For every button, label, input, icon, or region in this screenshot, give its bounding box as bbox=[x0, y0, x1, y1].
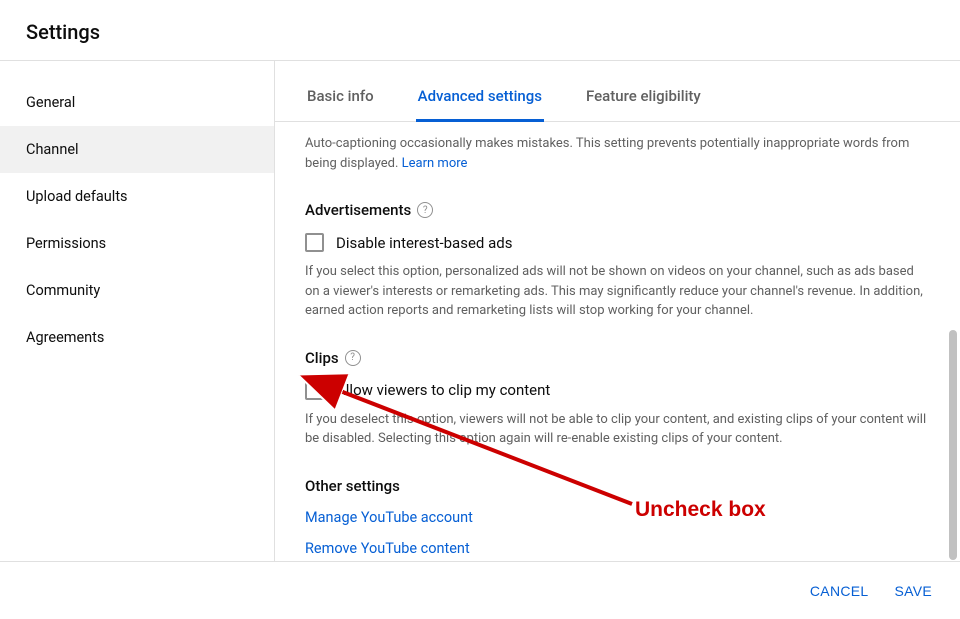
sidebar-item-label: General bbox=[26, 94, 75, 111]
tab-label: Advanced settings bbox=[418, 87, 542, 105]
sidebar-item-general[interactable]: General bbox=[0, 79, 274, 126]
allow-clips-checkbox[interactable] bbox=[305, 381, 324, 400]
save-button[interactable]: SAVE bbox=[894, 583, 932, 599]
other-settings-title: Other settings bbox=[305, 477, 400, 495]
advertisements-title: Advertisements bbox=[305, 201, 411, 219]
help-icon[interactable]: ? bbox=[417, 202, 433, 218]
sidebar-item-channel[interactable]: Channel bbox=[0, 126, 274, 173]
autocaption-description: Auto-captioning occasionally makes mista… bbox=[305, 134, 930, 173]
settings-title: Settings bbox=[26, 20, 934, 44]
advertisements-description: If you select this option, personalized … bbox=[305, 262, 930, 321]
sidebar-item-label: Upload defaults bbox=[26, 188, 128, 205]
footer: CANCEL SAVE bbox=[0, 561, 960, 619]
advertisements-header: Advertisements ? bbox=[305, 201, 930, 219]
disable-ads-checkbox[interactable] bbox=[305, 233, 324, 252]
cancel-button[interactable]: CANCEL bbox=[810, 583, 869, 599]
tab-basic-info[interactable]: Basic info bbox=[305, 73, 376, 122]
disable-ads-checkbox-row: Disable interest-based ads bbox=[305, 233, 930, 252]
scrollbar-thumb[interactable] bbox=[949, 330, 957, 560]
sidebar-item-community[interactable]: Community bbox=[0, 267, 274, 314]
other-settings-header: Other settings bbox=[305, 477, 930, 495]
clips-header: Clips ? bbox=[305, 349, 930, 367]
tab-label: Feature eligibility bbox=[586, 87, 701, 105]
clips-description: If you deselect this option, viewers wil… bbox=[305, 410, 930, 449]
clips-title: Clips bbox=[305, 349, 339, 367]
sidebar: General Channel Upload defaults Permissi… bbox=[0, 61, 275, 563]
sidebar-item-label: Permissions bbox=[26, 235, 106, 252]
tab-feature-eligibility[interactable]: Feature eligibility bbox=[584, 73, 703, 122]
learn-more-link[interactable]: Learn more bbox=[402, 156, 468, 171]
clips-section: Clips ? Allow viewers to clip my content… bbox=[305, 349, 930, 449]
sidebar-item-agreements[interactable]: Agreements bbox=[0, 314, 274, 361]
sidebar-item-permissions[interactable]: Permissions bbox=[0, 220, 274, 267]
help-icon[interactable]: ? bbox=[345, 350, 361, 366]
sidebar-item-label: Agreements bbox=[26, 329, 104, 346]
tabs: Basic info Advanced settings Feature eli… bbox=[275, 61, 960, 122]
clips-checkbox-row: Allow viewers to clip my content bbox=[305, 381, 930, 400]
sidebar-item-label: Community bbox=[26, 282, 100, 299]
settings-header: Settings bbox=[0, 0, 960, 61]
content-body: Auto-captioning occasionally makes mista… bbox=[275, 122, 960, 563]
allow-clips-label: Allow viewers to clip my content bbox=[336, 381, 550, 399]
tab-advanced-settings[interactable]: Advanced settings bbox=[416, 73, 544, 122]
remove-content-link[interactable]: Remove YouTube content bbox=[305, 540, 930, 557]
other-settings-section: Other settings Manage YouTube account Re… bbox=[305, 477, 930, 557]
advertisements-section: Advertisements ? Disable interest-based … bbox=[305, 201, 930, 321]
sidebar-item-upload-defaults[interactable]: Upload defaults bbox=[0, 173, 274, 220]
sidebar-item-label: Channel bbox=[26, 141, 79, 158]
main-container: General Channel Upload defaults Permissi… bbox=[0, 61, 960, 563]
tab-label: Basic info bbox=[307, 87, 374, 105]
scrollbar-track bbox=[949, 130, 957, 560]
content-area: Basic info Advanced settings Feature eli… bbox=[275, 61, 960, 563]
manage-account-link[interactable]: Manage YouTube account bbox=[305, 509, 930, 526]
disable-ads-label: Disable interest-based ads bbox=[336, 234, 512, 252]
